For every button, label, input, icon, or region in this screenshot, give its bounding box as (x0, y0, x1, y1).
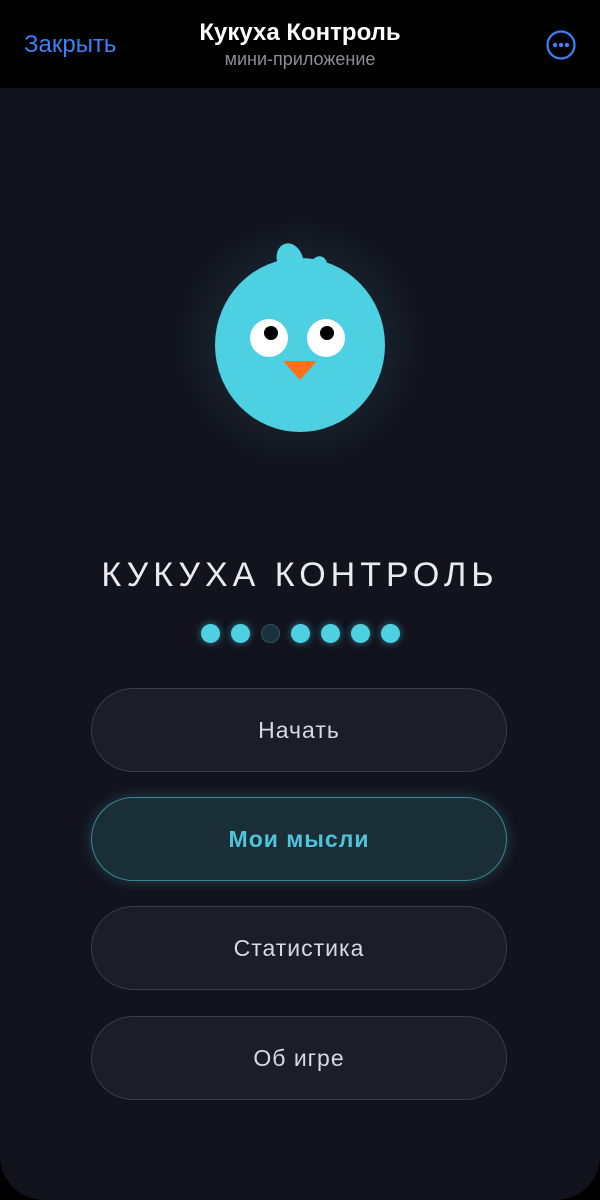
statistics-button[interactable]: Статистика (91, 906, 507, 990)
indicator-dot (260, 624, 280, 643)
indicator-dot (350, 624, 370, 643)
game-title: КУКУХА КОНТРОЛЬ (101, 556, 499, 594)
main-screen: КУКУХА КОНТРОЛЬ Начать Мои мысли Статист… (0, 88, 600, 1200)
indicator-dot (230, 624, 250, 643)
app-title: Кукуха Контроль (199, 19, 401, 46)
indicator-dot (380, 624, 400, 643)
app-subtitle: мини-приложение (224, 49, 376, 69)
title-block: Кукуха Контроль мини-приложение (0, 18, 600, 70)
indicator-dot (200, 624, 220, 643)
start-button[interactable]: Начать (91, 688, 507, 772)
about-game-button[interactable]: Об игре (91, 1016, 507, 1100)
top-bar: Закрыть Кукуха Контроль мини-приложение (0, 0, 600, 88)
indicator-dot (290, 624, 310, 643)
my-thoughts-button[interactable]: Мои мысли (91, 797, 507, 881)
indicator-dot (320, 624, 340, 643)
more-icon[interactable] (546, 30, 576, 60)
progress-indicator (0, 624, 600, 644)
